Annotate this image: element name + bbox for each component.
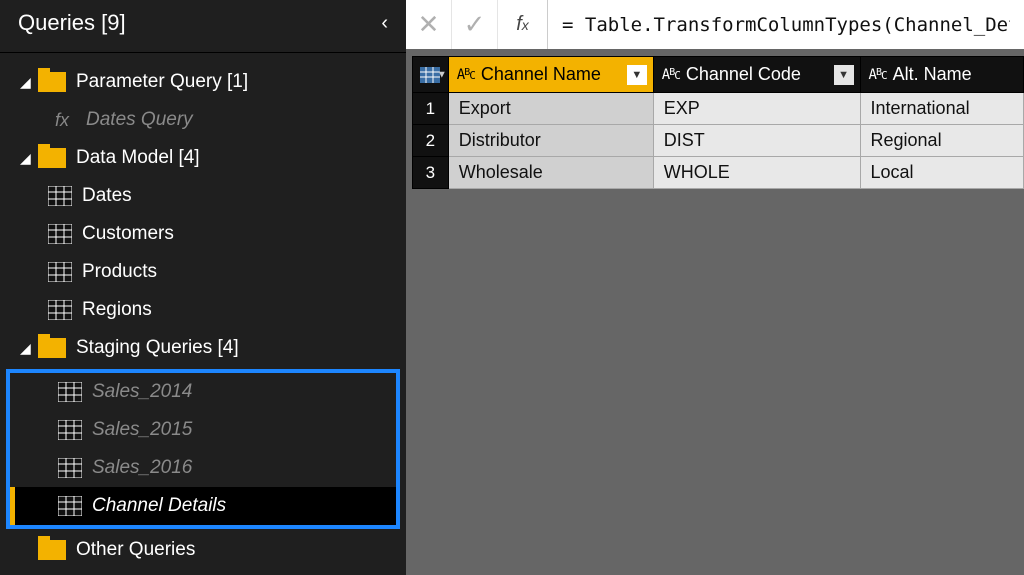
queries-tree: ◢ Parameter Query [1] fx Dates Query ◢ D…: [0, 53, 406, 569]
row-number[interactable]: 2: [413, 125, 449, 157]
column-label: Channel Name: [481, 64, 621, 85]
cell-alt-name[interactable]: International: [860, 93, 1023, 125]
chevron-down-icon[interactable]: ▼: [437, 69, 447, 80]
query-products[interactable]: Products: [0, 253, 406, 291]
query-label: Sales_2015: [92, 419, 192, 441]
query-label: Channel Details: [92, 495, 226, 517]
table-icon: [58, 496, 82, 516]
query-dates-query[interactable]: fx Dates Query: [0, 101, 406, 139]
query-sales-2014[interactable]: Sales_2014: [10, 373, 396, 411]
row-number[interactable]: 3: [413, 157, 449, 189]
table-row[interactable]: 1 Export EXP International: [413, 93, 1024, 125]
main-area: ✕ ✓ fx ▼ ABC Channel Name ▼: [406, 0, 1024, 575]
query-label: Dates Query: [86, 109, 193, 131]
cell-alt-name[interactable]: Regional: [860, 125, 1023, 157]
table-row[interactable]: 3 Wholesale WHOLE Local: [413, 157, 1024, 189]
commit-formula-button[interactable]: ✓: [452, 0, 498, 49]
query-regions[interactable]: Regions: [0, 291, 406, 329]
cell-channel-code[interactable]: DIST: [653, 125, 860, 157]
query-sales-2015[interactable]: Sales_2015: [10, 411, 396, 449]
query-label: Sales_2016: [92, 457, 192, 479]
table-icon: [48, 224, 72, 244]
folder-parameter-query[interactable]: ◢ Parameter Query [1]: [0, 63, 406, 101]
table-icon: [58, 382, 82, 402]
folder-icon: [38, 72, 66, 92]
table-icon: [48, 186, 72, 206]
table-icon: [48, 300, 72, 320]
column-filter-button[interactable]: ▼: [834, 65, 854, 85]
formula-input[interactable]: [548, 0, 1024, 49]
text-type-icon: ABC: [662, 68, 680, 82]
column-header-alt-name[interactable]: ABC Alt. Name: [860, 57, 1023, 93]
column-label: Alt. Name: [893, 64, 1017, 85]
folder-data-model[interactable]: ◢ Data Model [4]: [0, 139, 406, 177]
fx-icon: fx: [48, 110, 76, 131]
query-label: Customers: [82, 223, 174, 245]
query-dates[interactable]: Dates: [0, 177, 406, 215]
cell-channel-name[interactable]: Export: [448, 93, 653, 125]
formula-bar: ✕ ✓ fx: [406, 0, 1024, 50]
column-header-channel-name[interactable]: ABC Channel Name ▼: [448, 57, 653, 93]
query-channel-details[interactable]: Channel Details: [10, 487, 396, 525]
table-row[interactable]: 2 Distributor DIST Regional: [413, 125, 1024, 157]
column-label: Channel Code: [686, 64, 828, 85]
data-grid: ▼ ABC Channel Name ▼ ABC Channel Code: [406, 50, 1024, 189]
sidebar-title: Queries [9]: [18, 10, 126, 36]
cell-channel-name[interactable]: Distributor: [448, 125, 653, 157]
query-label: Dates: [82, 185, 132, 207]
text-type-icon: ABC: [457, 68, 475, 82]
folder-other-queries[interactable]: Other Queries: [0, 531, 406, 569]
column-filter-button[interactable]: ▼: [627, 65, 647, 85]
table-icon: [58, 458, 82, 478]
cell-channel-name[interactable]: Wholesale: [448, 157, 653, 189]
collapse-sidebar-icon[interactable]: ‹: [381, 12, 394, 35]
table-icon: [48, 262, 72, 282]
folder-label: Other Queries: [76, 539, 195, 561]
highlighted-staging-group: Sales_2014 Sales_2015 Sales_2016 Channel…: [6, 369, 400, 529]
folder-staging-queries[interactable]: ◢ Staging Queries [4]: [0, 329, 406, 367]
caret-down-icon[interactable]: ◢: [20, 74, 38, 91]
folder-icon: [38, 338, 66, 358]
cancel-formula-button[interactable]: ✕: [406, 0, 452, 49]
cell-alt-name[interactable]: Local: [860, 157, 1023, 189]
folder-label: Parameter Query [1]: [76, 71, 248, 93]
select-all-corner[interactable]: ▼: [413, 57, 449, 93]
cell-channel-code[interactable]: EXP: [653, 93, 860, 125]
cell-channel-code[interactable]: WHOLE: [653, 157, 860, 189]
folder-icon: [38, 148, 66, 168]
row-number[interactable]: 1: [413, 93, 449, 125]
query-customers[interactable]: Customers: [0, 215, 406, 253]
column-header-channel-code[interactable]: ABC Channel Code ▼: [653, 57, 860, 93]
caret-down-icon[interactable]: ◢: [20, 340, 38, 357]
folder-label: Staging Queries [4]: [76, 337, 239, 359]
caret-down-icon[interactable]: ◢: [20, 150, 38, 167]
query-label: Products: [82, 261, 157, 283]
sidebar-header: Queries [9] ‹: [0, 0, 406, 53]
query-label: Regions: [82, 299, 152, 321]
query-label: Sales_2014: [92, 381, 192, 403]
folder-label: Data Model [4]: [76, 147, 200, 169]
folder-icon: [38, 540, 66, 560]
table-icon: [58, 420, 82, 440]
text-type-icon: ABC: [869, 68, 887, 82]
fx-icon[interactable]: fx: [498, 0, 548, 49]
queries-sidebar: Queries [9] ‹ ◢ Parameter Query [1] fx D…: [0, 0, 406, 575]
query-sales-2016[interactable]: Sales_2016: [10, 449, 396, 487]
